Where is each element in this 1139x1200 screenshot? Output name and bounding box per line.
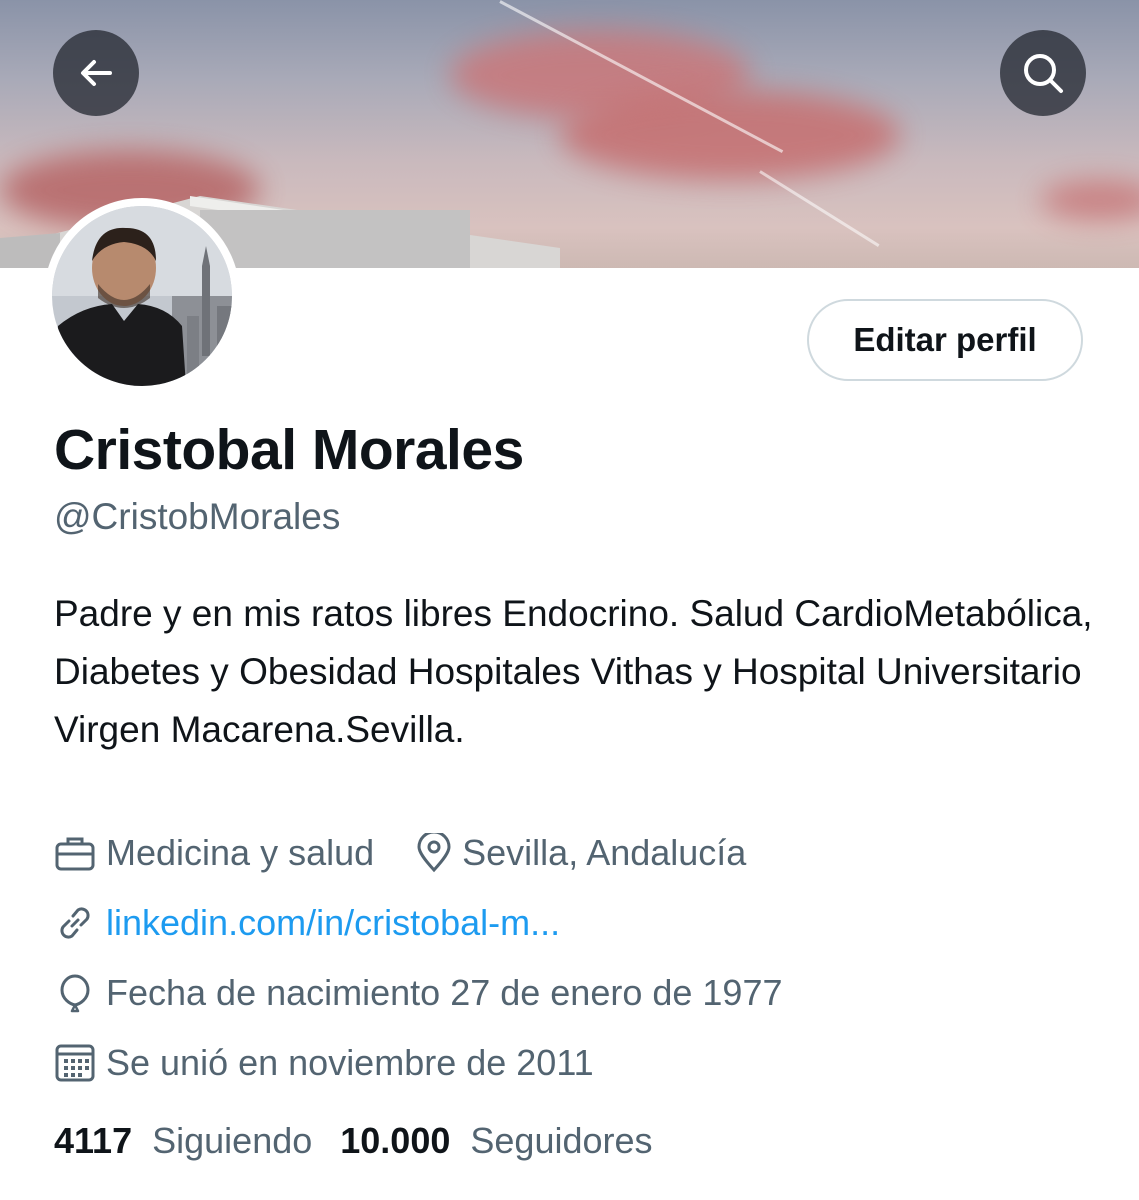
profile-name: Cristobal Morales: [54, 418, 524, 482]
profile-birthdate: Fecha de nacimiento 27 de enero de 1977: [106, 972, 783, 1013]
followers-stat[interactable]: 10.000 Seguidores: [340, 1120, 652, 1162]
search-icon: [1024, 54, 1063, 93]
profile-joined-date: Se unió en noviembre de 2011: [106, 1042, 594, 1083]
profile-location: Sevilla, Andalucía: [462, 832, 747, 873]
location-pin-icon: [417, 833, 451, 873]
calendar-icon: [55, 1044, 95, 1082]
followers-label: Seguidores: [470, 1120, 653, 1161]
profile-joined-row: Se unió en noviembre de 2011: [54, 1042, 594, 1084]
profile-birthdate-row: Fecha de nacimiento 27 de enero de 1977: [54, 972, 783, 1014]
following-label: Siguiendo: [152, 1120, 313, 1161]
profile-category: Medicina y salud: [106, 832, 375, 873]
search-button[interactable]: [1000, 30, 1086, 116]
briefcase-icon: [55, 837, 95, 871]
avatar[interactable]: [44, 198, 240, 394]
profile-website-link[interactable]: linkedin.com/in/cristobal-m...: [106, 902, 560, 944]
profile-bio: Padre y en mis ratos libres Endocrino. S…: [54, 593, 1093, 750]
following-stat[interactable]: 4117 Siguiendo: [54, 1120, 312, 1162]
following-count: 4117: [54, 1120, 133, 1161]
profile-meta-category-location: Medicina y salud Sevilla, Andalucía: [54, 832, 746, 874]
profile-handle: @CristobMorales: [54, 496, 341, 537]
followers-count: 10.000: [340, 1120, 451, 1161]
edit-profile-button[interactable]: Editar perfil: [807, 299, 1083, 381]
back-button[interactable]: [53, 30, 139, 116]
profile-website-row: linkedin.com/in/cristobal-m...: [54, 902, 560, 944]
avatar-photo: [52, 206, 232, 386]
profile-stats: 4117 Siguiendo 10.000 Seguidores: [54, 1120, 653, 1162]
balloon-icon: [60, 974, 90, 1013]
arrow-left-icon: [81, 60, 112, 86]
link-icon: [60, 907, 90, 939]
